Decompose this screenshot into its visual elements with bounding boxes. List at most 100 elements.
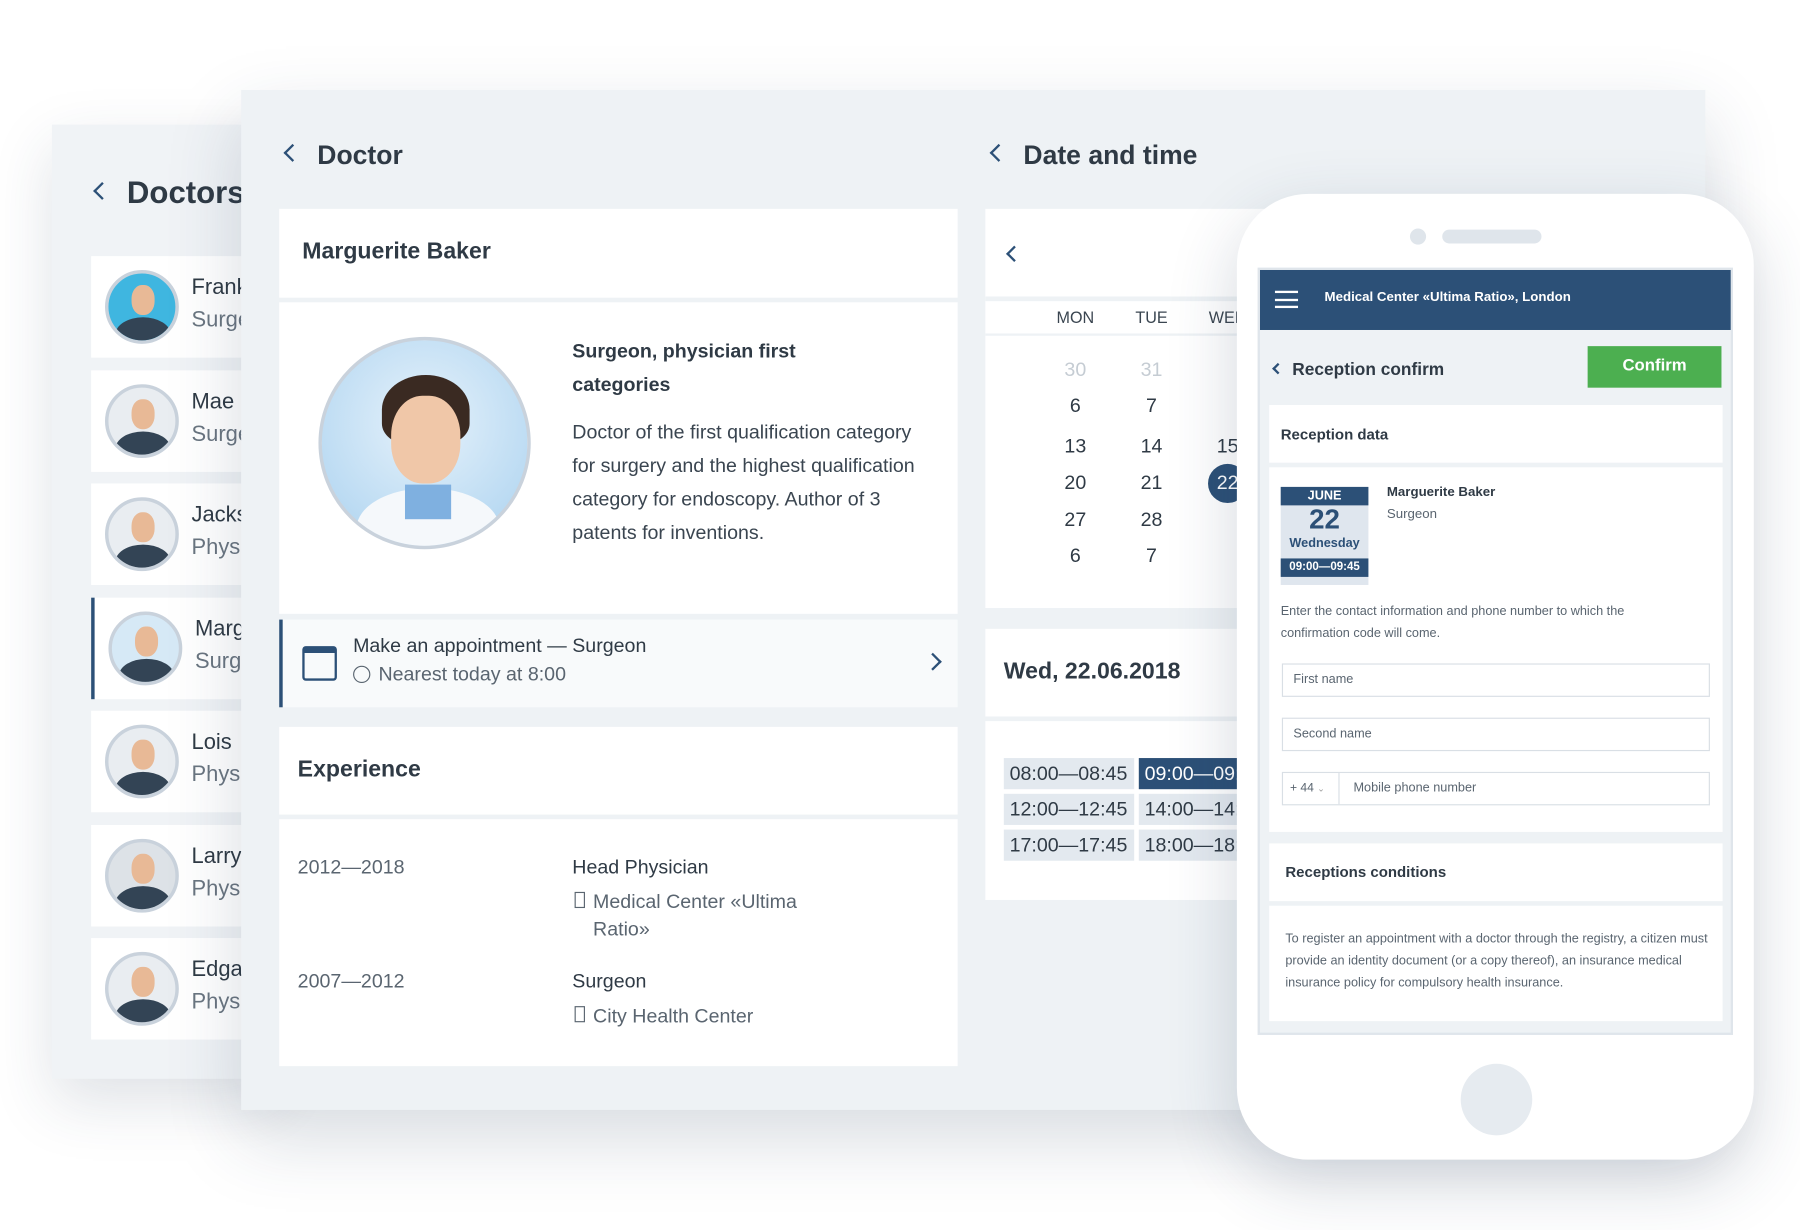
time-slot[interactable]: 17:00—17:45	[1003, 829, 1135, 861]
make-appointment-row[interactable]: Make an appointment — Surgeon Nearest to…	[279, 619, 958, 708]
camera-dot	[1409, 228, 1427, 245]
badge-weekday: Wednesday	[1289, 536, 1360, 551]
experience-position: Surgeon	[572, 970, 647, 993]
reception-doctor-name: Marguerite Baker	[1386, 485, 1496, 500]
second-name-input[interactable]: Second name	[1281, 717, 1710, 752]
instructions-text: Enter the contact information and phone …	[1280, 604, 1625, 641]
badge-time: 09:00—09:45	[1280, 558, 1369, 577]
menu-icon[interactable]	[1274, 290, 1299, 309]
calendar-day[interactable]: 20	[1052, 472, 1098, 495]
conditions-header: Receptions conditions	[1269, 843, 1723, 902]
datetime-title: Date and time	[1023, 139, 1198, 170]
calendar-day[interactable]: 13	[1052, 435, 1098, 458]
mobile-phone-input[interactable]: Mobile phone number	[1343, 781, 1476, 795]
chevron-down-icon: ⌄	[1317, 783, 1325, 794]
building-icon	[574, 891, 585, 909]
app-header: Medical Center «Ultima Ratio», London	[1259, 269, 1731, 330]
doctor-list-name: Mae	[191, 389, 235, 414]
doctor-bio: Doctor of the first qualification catego…	[572, 421, 915, 544]
chevron-left-icon	[283, 144, 302, 163]
doctor-specialty: Surgeon, physician first categories	[572, 340, 796, 396]
chevron-left-icon	[989, 144, 1008, 163]
reception-title: Reception confirm	[1292, 359, 1445, 380]
app-header-title: Medical Center «Ultima Ratio», London	[1324, 290, 1571, 305]
doctor-name-card: Marguerite Baker	[279, 208, 958, 298]
chevron-left-icon	[1272, 362, 1284, 375]
doctor-list-name: Jacks	[191, 503, 248, 528]
badge-month: JUNE	[1280, 486, 1369, 506]
conditions-card: To register an appointment with a doctor…	[1269, 905, 1723, 1022]
avatar	[104, 951, 179, 1026]
experience-position: Head Physician	[572, 856, 709, 879]
experience-place: City Health Center	[593, 1004, 754, 1027]
country-code: + 44	[1289, 781, 1314, 795]
conditions-title: Receptions conditions	[1285, 863, 1447, 881]
doctor-name: Marguerite Baker	[302, 238, 491, 265]
experience-title: Experience	[297, 756, 421, 783]
calendar-icon	[302, 646, 337, 681]
datetime-back-button[interactable]: Date and time	[989, 139, 1198, 171]
calendar-day[interactable]: 30	[1052, 359, 1098, 382]
avatar	[104, 838, 179, 913]
avatar	[104, 383, 179, 458]
doctors-back-button[interactable]: Doctors	[93, 175, 245, 211]
time-slot[interactable]: 12:00—12:45	[1003, 793, 1135, 825]
confirm-button[interactable]: Confirm	[1587, 346, 1722, 388]
appointment-title: Make an appointment — Surgeon	[353, 634, 647, 657]
doctor-photo	[318, 336, 531, 550]
doctor-list-name: Larry	[191, 844, 242, 869]
building-icon	[574, 1006, 585, 1023]
speaker-bar	[1442, 229, 1542, 244]
time-slot[interactable]: 08:00—08:45	[1003, 758, 1135, 790]
doctor-list-name: Frank	[191, 275, 248, 300]
calendar-day[interactable]: 6	[1052, 545, 1098, 568]
reception-data-card: JUNE 22 Wednesday 09:00—09:45 Marguerite…	[1269, 467, 1723, 832]
calendar-day[interactable]: 27	[1052, 509, 1098, 532]
experience-list: 2012—2018 Head Physician Medical Center …	[279, 819, 958, 1067]
badge-day: 22	[1309, 504, 1340, 536]
prev-month-icon[interactable]	[1006, 245, 1023, 262]
first-name-input[interactable]: First name	[1281, 663, 1710, 697]
calendar-day[interactable]: 28	[1128, 509, 1174, 532]
phone-input-row[interactable]: + 44 ⌄ Mobile phone number	[1281, 771, 1710, 806]
weekday-label: MON	[1056, 308, 1095, 327]
doctors-title: Doctors	[126, 175, 245, 210]
doctor-section-title: Doctor	[317, 139, 403, 170]
date-badge: JUNE 22 Wednesday 09:00—09:45	[1280, 486, 1369, 585]
avatar	[104, 269, 179, 344]
phone-screen: Medical Center «Ultima Ratio», London Re…	[1257, 267, 1734, 1035]
clock-icon	[353, 665, 371, 684]
calendar-day[interactable]: 7	[1128, 395, 1174, 418]
country-code-select[interactable]: + 44 ⌄	[1283, 773, 1340, 805]
experience-place-row: City Health Center	[572, 1003, 837, 1031]
reception-data-title: Reception data	[1280, 425, 1389, 444]
selected-date: Wed, 22.06.2018	[1003, 658, 1181, 685]
experience-years: 2007—2012	[297, 970, 405, 993]
chevron-left-icon	[93, 182, 112, 201]
experience-place: Medical Center «Ultima Ratio»	[593, 890, 797, 941]
conditions-text: To register an appointment with a doctor…	[1285, 932, 1708, 990]
experience-years: 2012—2018	[297, 856, 405, 879]
home-button[interactable]	[1460, 1063, 1533, 1136]
appointment-nearest: Nearest today at 8:00	[378, 663, 566, 686]
calendar-day[interactable]: 14	[1128, 435, 1174, 458]
experience-header: Experience	[279, 726, 958, 815]
reception-data-header: Reception data	[1269, 404, 1723, 463]
doctor-back-button[interactable]: Doctor	[283, 139, 403, 171]
reception-back-button[interactable]: Reception confirm	[1272, 359, 1445, 380]
doctor-list-name: Edga	[191, 957, 243, 982]
phone-mockup: Medical Center «Ultima Ratio», London Re…	[1236, 193, 1754, 1160]
reception-doctor-role: Surgeon	[1386, 507, 1438, 522]
avatar	[104, 724, 179, 799]
chevron-right-icon[interactable]	[923, 652, 942, 671]
calendar-day[interactable]: 6	[1052, 395, 1098, 418]
calendar-day[interactable]: 31	[1128, 359, 1174, 382]
avatar	[104, 497, 179, 572]
doctor-list-name: Lois	[191, 730, 232, 755]
avatar	[108, 610, 183, 685]
calendar-day[interactable]: 21	[1128, 472, 1174, 495]
doctor-profile-card: Surgeon, physician first categories Doct…	[279, 302, 958, 614]
calendar-day[interactable]: 7	[1128, 545, 1174, 568]
weekday-label: TUE	[1135, 308, 1168, 327]
experience-place-row: Medical Center «Ultima Ratio»	[572, 888, 837, 943]
